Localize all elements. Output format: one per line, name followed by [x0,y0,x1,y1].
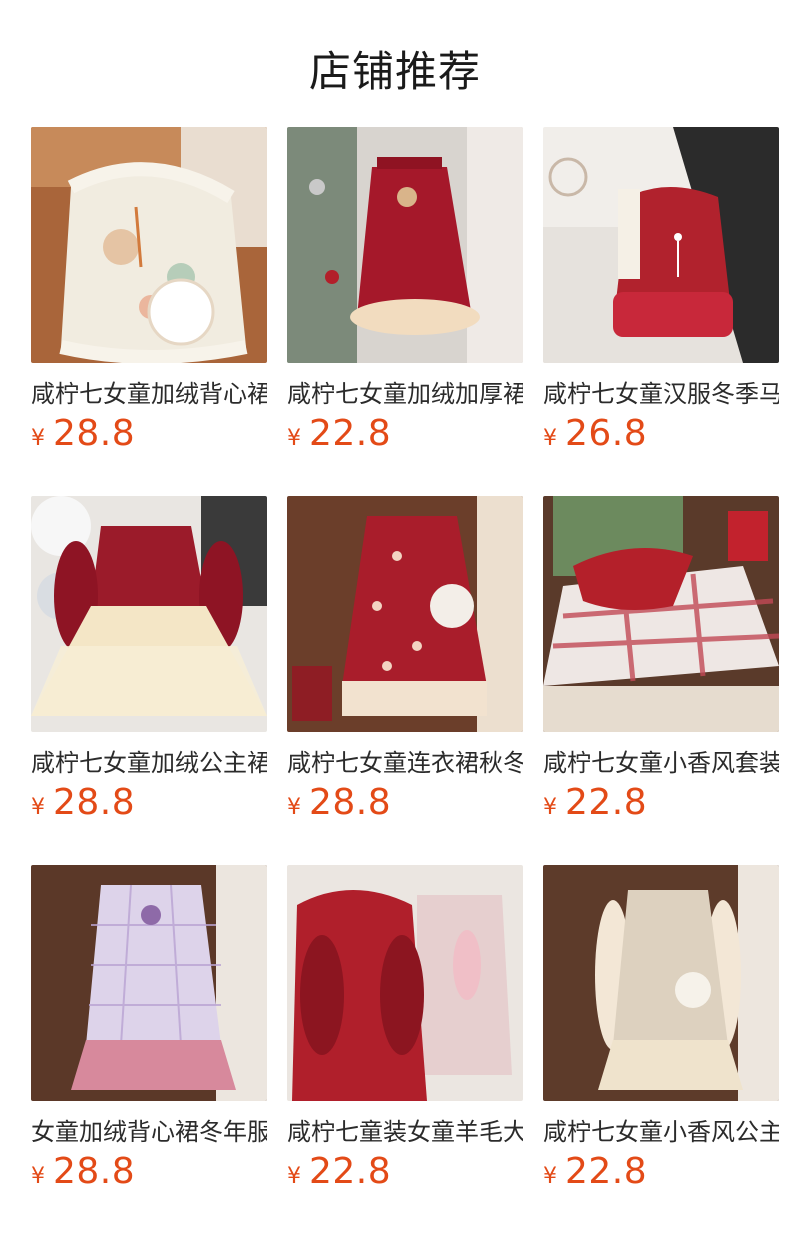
currency-symbol: ¥ [31,795,45,820]
product-name: 咸柠七童装女童羊毛大衣 [287,1118,523,1146]
product-price: ¥ 28.8 [31,1151,135,1195]
product-card[interactable]: 咸柠七女童加绒背心裙冬季 ¥ 28.8 [31,127,267,496]
page-title: 店铺推荐 [308,47,481,96]
price-value: 28.8 [53,782,136,823]
currency-symbol: ¥ [543,426,557,451]
product-card[interactable]: 女童加绒背心裙冬年服 ¥ 28.8 [31,865,267,1234]
currency-symbol: ¥ [31,1164,45,1189]
product-card[interactable]: 咸柠七女童小香风公主裙 ¥ 22.8 [543,865,779,1234]
product-price: ¥ 28.8 [287,782,391,826]
red-sequin-dress-photo[interactable] [287,127,523,363]
cream-tweed-dress-photo[interactable] [543,865,779,1101]
store-recommendations-page: 店铺推荐 咸柠七女童加绒背心裙冬季 [0,0,790,1234]
product-price: ¥ 28.8 [31,413,135,457]
currency-symbol: ¥ [287,426,301,451]
product-name: 咸柠七女童小香风套装 [543,749,779,777]
currency-symbol: ¥ [31,426,45,451]
product-price: ¥ 22.8 [543,782,647,826]
purple-tweed-vest-photo[interactable] [31,865,267,1101]
product-card[interactable]: 咸柠七女童连衣裙秋冬 ¥ 28.8 [287,496,523,865]
product-price: ¥ 28.8 [31,782,135,826]
price-value: 26.8 [565,413,648,454]
velvet-tulle-dress-photo[interactable] [31,496,267,732]
product-card[interactable]: 咸柠七女童小香风套装 ¥ 22.8 [543,496,779,865]
price-value: 28.8 [53,1151,136,1192]
red-hooded-coat-photo[interactable] [287,865,523,1101]
red-bow-dress-photo[interactable] [287,496,523,732]
price-value: 22.8 [309,413,392,454]
product-name: 咸柠七女童加绒加厚裙 [287,380,523,408]
plaid-cape-coat-photo[interactable] [543,496,779,732]
product-name: 女童加绒背心裙冬年服 [31,1118,267,1146]
red-vest-dress-photo[interactable] [543,127,779,363]
product-card[interactable]: 咸柠七女童加绒公主裙 ¥ 28.8 [31,496,267,865]
product-name: 咸柠七女童汉服冬季马甲 [543,380,779,408]
currency-symbol: ¥ [287,795,301,820]
price-value: 28.8 [53,413,136,454]
currency-symbol: ¥ [543,795,557,820]
price-value: 22.8 [565,782,648,823]
currency-symbol: ¥ [287,1164,301,1189]
product-price: ¥ 22.8 [543,1151,647,1195]
product-card[interactable]: 咸柠七童装女童羊毛大衣 ¥ 22.8 [287,865,523,1234]
price-value: 22.8 [309,1151,392,1192]
product-name: 咸柠七女童小香风公主裙 [543,1118,779,1146]
product-name: 咸柠七女童连衣裙秋冬 [287,749,523,777]
product-grid: 咸柠七女童加绒背心裙冬季 ¥ 28.8 [31,127,779,1234]
product-card[interactable]: 咸柠七女童汉服冬季马甲 ¥ 26.8 [543,127,779,496]
price-value: 22.8 [565,1151,648,1192]
floral-qipao-vest-photo[interactable] [31,127,267,363]
product-card[interactable]: 咸柠七女童加绒加厚裙 ¥ 22.8 [287,127,523,496]
product-price: ¥ 22.8 [287,1151,391,1195]
currency-symbol: ¥ [543,1164,557,1189]
product-name: 咸柠七女童加绒公主裙 [31,749,267,777]
product-price: ¥ 26.8 [543,413,647,457]
product-name: 咸柠七女童加绒背心裙冬季 [31,380,267,408]
product-price: ¥ 22.8 [287,413,391,457]
price-value: 28.8 [309,782,392,823]
